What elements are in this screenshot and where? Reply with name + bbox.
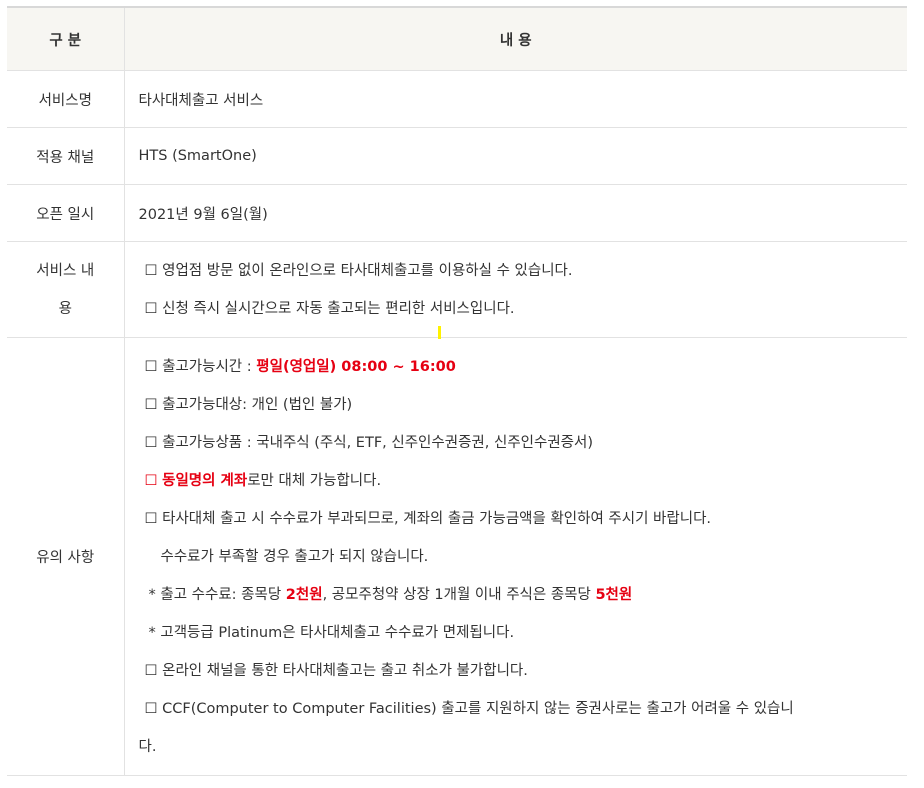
note-fee-highlight: 수수료	[269, 500, 309, 538]
note-time: ☐ 출고가능시간 : 평일(영업일) 08:00 ~ 16:00	[145, 348, 907, 386]
value-open-date: 2021년 9월 6일(월)	[139, 203, 268, 224]
service-info-table-wrapper: 구 분 내 용 서비스명 타사대체출고 서비스 적용 채널 HTS (Smart…	[7, 6, 907, 776]
label-notes: 유의 사항	[7, 337, 125, 776]
table-row: 서비스 내 용 ☐ 영업점 방문 없이 온라인으로 타사대체출고를 이용하실 수…	[7, 241, 907, 338]
note-product-prefix: ☐ 출고가능상품 :	[144, 435, 257, 451]
table-row: 유의 사항 ☐ 출고가능시간 : 평일(영업일) 08:00 ~ 16:00 ☐…	[7, 337, 907, 776]
label-service-content-line2: 용	[58, 300, 72, 317]
label-open-date: 오픈 일시	[7, 184, 125, 242]
note-same-suffix: 로만 대체 가능합니다.	[247, 473, 382, 489]
note-target: ☐ 출고가능대상: 개인 (법인 불가)	[144, 397, 353, 413]
note-platinum-text: * 고객등급 Platinum은 타사대체출고 수수료가 면제됩니다.	[149, 614, 515, 652]
service-content-line: ☐ 신청 즉시 실시간으로 자동 출고되는 편리한 서비스입니다.	[144, 300, 515, 317]
channel-cell: HTS (SmartOne)	[124, 127, 907, 185]
header-content: 내 용	[124, 6, 907, 71]
table-row: 적용 채널 HTS (SmartOne)	[7, 127, 907, 185]
note-fee-continued: 수수료가 부족할 경우 출고가 되지 않습니다.	[160, 549, 429, 565]
value-service-name: 타사대체출고 서비스	[124, 70, 907, 128]
open-date-cell: 2021년 9월 6일(월)	[124, 184, 907, 242]
note-fee-detail-prefix: * 출고 수수료: 종목당	[148, 587, 286, 603]
label-service-name: 서비스명	[7, 70, 125, 128]
note-same-red: 동일명의 계좌	[162, 473, 248, 489]
label-channel: 적용 채널	[7, 127, 125, 185]
note-product: ☐ 출고가능상품 : 국내주식 (주식, ETF, 신주인수권증권, 신주인수권…	[145, 424, 907, 462]
label-service-content: 서비스 내 용	[7, 241, 125, 338]
note-time-value: 평일(영업일) 08:00 ~ 16:00	[256, 359, 456, 375]
value-channel: HTS (SmartOne)	[138, 148, 257, 164]
note-ccf-line2: 다.	[138, 739, 157, 755]
highlight-mark	[438, 326, 441, 339]
note-fee-detail-red2: 5천원	[595, 587, 633, 603]
note-platinum: * 고객등급 Platinum은 타사대체출고 수수료가 면제됩니다.	[145, 614, 907, 652]
note-product-highlight: 국내주식	[256, 424, 309, 462]
note-fee-detail-red1: 2천원	[286, 576, 323, 614]
service-info-table: 구 분 내 용 서비스명 타사대체출고 서비스 적용 채널 HTS (Smart…	[7, 6, 907, 776]
note-fee-detail-mid: , 공모주청약 상장 1개월 이내 주식은 종목당	[322, 587, 596, 603]
notes-cell: ☐ 출고가능시간 : 평일(영업일) 08:00 ~ 16:00 ☐ 출고가능대…	[124, 337, 907, 776]
note-time-prefix: ☐ 출고가능시간 :	[144, 359, 257, 375]
header-category: 구 분	[7, 6, 125, 71]
note-fee-detail: * 출고 수수료: 종목당 2천원, 공모주청약 상장 1개월 이내 주식은 종…	[145, 576, 907, 614]
note-same-prefix: ☐	[144, 473, 163, 489]
label-service-content-line1: 서비스 내	[36, 262, 95, 279]
note-ccf-line1: ☐ CCF(Computer to Computer Facilities) 출…	[144, 701, 794, 717]
note-same-account: ☐ 동일명의 계좌로만 대체 가능합니다.	[145, 462, 907, 500]
note-fee-prefix: ☐ 타사대체 출고 시	[144, 511, 270, 527]
service-content-line: ☐ 영업점 방문 없이 온라인으로 타사대체출고를 이용하실 수 있습니다.	[144, 262, 573, 279]
service-content-cell: ☐ 영업점 방문 없이 온라인으로 타사대체출고를 이용하실 수 있습니다. ☐…	[124, 241, 907, 338]
note-product-suffix: (주식, ETF, 신주인수권증권, 신주인수권증서)	[309, 435, 594, 451]
note-cancel: ☐ 온라인 채널을 통한 타사대체출고는 출고 취소가 불가합니다.	[144, 663, 528, 679]
note-fee-suffix: 가 부과되므로, 계좌의 출금 가능금액을 확인하여 주시기 바랍니다.	[309, 511, 712, 527]
note-fee: ☐ 타사대체 출고 시 수수료가 부과되므로, 계좌의 출금 가능금액을 확인하…	[145, 500, 907, 538]
table-header-row: 구 분 내 용	[7, 6, 907, 71]
table-row: 서비스명 타사대체출고 서비스	[7, 70, 907, 128]
table-row: 오픈 일시 2021년 9월 6일(월)	[7, 184, 907, 242]
